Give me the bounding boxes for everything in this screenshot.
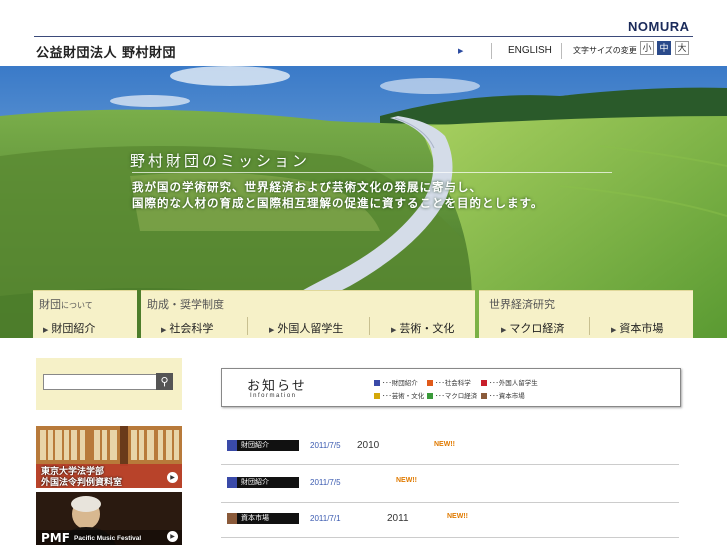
tag-swatch	[227, 440, 237, 451]
nav-link-capital-markets[interactable]: ▶ 資本市場	[611, 320, 663, 336]
tag-swatch	[227, 513, 237, 524]
nomura-logo[interactable]: NOMURA	[628, 19, 690, 34]
nav-grants-head: 助成・奨学制度	[147, 298, 224, 311]
banner-utokyo-line2: 外国法令判例資料室	[41, 478, 123, 488]
legend-label: ･･･財団紹介	[382, 379, 418, 387]
category-tag: 資本市場	[227, 513, 299, 524]
mission-divider	[132, 172, 612, 173]
legend-swatch	[427, 393, 433, 399]
triangle-icon: ▶	[43, 326, 49, 334]
news-date: 2011/7/5	[310, 478, 341, 487]
triangle-icon: ▶	[391, 326, 397, 334]
divider	[589, 317, 590, 335]
news-date: 2011/7/5	[310, 441, 341, 450]
row-divider	[221, 464, 679, 465]
font-size-small-button[interactable]: 小	[640, 41, 654, 55]
new-badge: NEW!!	[396, 477, 417, 484]
legend-swatch	[374, 380, 380, 386]
nav-link-label: 財団紹介	[51, 322, 96, 335]
legend-arts: ･･･芸術・文化	[374, 390, 424, 400]
divider	[491, 43, 492, 59]
mission-line-2: 国際的な人材の育成と国際相互理解の促進に資することを目的とします。	[132, 196, 544, 210]
search-panel: ⚲	[36, 358, 182, 410]
legend-label: ･･･芸術・文化	[382, 392, 425, 400]
search-icon: ⚲	[160, 375, 169, 388]
nav-link-label: マクロ経済	[509, 322, 565, 335]
legend-swatch	[374, 393, 380, 399]
row-divider	[221, 537, 679, 538]
legend-label: ･･･社会科学	[435, 379, 471, 387]
divider	[369, 317, 370, 335]
mission-line-1: 我が国の学術研究、世界経済および芸術文化の発展に寄与し、	[132, 180, 482, 194]
news-subtitle: Information	[250, 393, 297, 399]
category-tag-label: 資本市場	[241, 514, 269, 522]
nav-link-label: 資本市場	[619, 322, 664, 335]
nav-about-head: 財団について	[39, 296, 93, 312]
divider	[247, 317, 248, 335]
legend-foreign-students: ･･･外国人留学生	[481, 377, 538, 387]
arrow-icon: ▶	[458, 47, 464, 55]
nav-link-social-science[interactable]: ▶ 社会科学	[161, 320, 213, 336]
header-divider	[34, 36, 693, 37]
row-divider	[221, 502, 679, 503]
legend-about: ･･･財団紹介	[374, 377, 418, 387]
nav-link-label: 芸術・文化	[399, 322, 455, 335]
nav-link-label: 外国人留学生	[277, 322, 344, 335]
mission-title: 野村財団のミッション	[130, 152, 311, 170]
legend-swatch	[427, 380, 433, 386]
nav-about: 財団について ▶ 財団紹介	[33, 290, 137, 338]
nav-research-head: 世界経済研究	[489, 298, 555, 311]
triangle-icon: ▶	[161, 326, 167, 334]
news-date: 2011/7/1	[310, 514, 341, 523]
category-tag-label: 財団紹介	[241, 441, 269, 449]
search-button[interactable]: ⚲	[156, 373, 173, 390]
new-badge: NEW!!	[447, 513, 468, 520]
legend-label: ･･･外国人留学生	[489, 379, 538, 387]
legend-macro: ･･･マクロ経済	[427, 390, 477, 400]
news-header: お知らせ Information ･･･財団紹介 ･･･社会科学 ･･･外国人留…	[221, 368, 681, 407]
category-tag: 財団紹介	[227, 477, 299, 488]
triangle-icon: ▶	[501, 326, 507, 334]
play-icon: ▶	[167, 531, 178, 542]
top-strip	[0, 0, 727, 14]
english-link[interactable]: ENGLISH	[508, 45, 552, 56]
banner-pmf[interactable]: PMF Pacific Music Festival ▶	[36, 492, 182, 545]
tag-swatch	[227, 477, 237, 488]
news-title: お知らせ	[247, 379, 307, 394]
play-icon: ▶	[167, 472, 178, 483]
nav-link-macro[interactable]: ▶ マクロ経済	[501, 320, 564, 336]
nav-research: 世界経済研究 ▶ マクロ経済 ▶ 資本市場	[479, 290, 693, 338]
legend-swatch	[481, 393, 487, 399]
search-input[interactable]	[43, 374, 157, 390]
legend-label: ･･･資本市場	[489, 392, 525, 400]
category-tag: 財団紹介	[227, 440, 299, 451]
news-title-link[interactable]: 2010	[357, 440, 379, 451]
banner-pmf-big: PMF	[41, 531, 70, 545]
divider	[561, 43, 562, 59]
nav-about-title-small: について	[61, 301, 93, 310]
font-size-label: 文字サイズの変更	[573, 46, 637, 55]
legend-swatch	[481, 380, 487, 386]
triangle-icon: ▶	[611, 326, 617, 334]
nav-link-label: 社会科学	[169, 322, 214, 335]
nav-link-about[interactable]: ▶ 財団紹介	[43, 320, 95, 336]
triangle-icon: ▶	[269, 326, 275, 334]
legend-capital-markets: ･･･資本市場	[481, 390, 525, 400]
news-title-link[interactable]: 2011	[387, 513, 409, 524]
legend-social-science: ･･･社会科学	[427, 377, 471, 387]
category-tag-label: 財団紹介	[241, 478, 269, 486]
nav-about-title: 財団	[39, 298, 61, 311]
org-name[interactable]: 公益財団法人 野村財団	[36, 42, 176, 61]
font-size-large-button[interactable]: 大	[675, 41, 689, 55]
nav-link-foreign-students[interactable]: ▶ 外国人留学生	[269, 320, 343, 336]
banner-pmf-small: Pacific Music Festival	[74, 535, 142, 542]
banner-utokyo-law[interactable]: 東京大学法学部 外国法令判例資料室 ▶	[36, 426, 182, 488]
nav-link-arts-culture[interactable]: ▶ 芸術・文化	[391, 320, 454, 336]
nav-grants: 助成・奨学制度 ▶ 社会科学 ▶ 外国人留学生 ▶ 芸術・文化	[141, 290, 475, 338]
font-size-medium-button[interactable]: 中	[657, 41, 671, 55]
legend-label: ･･･マクロ経済	[435, 392, 478, 400]
new-badge: NEW!!	[434, 441, 455, 448]
